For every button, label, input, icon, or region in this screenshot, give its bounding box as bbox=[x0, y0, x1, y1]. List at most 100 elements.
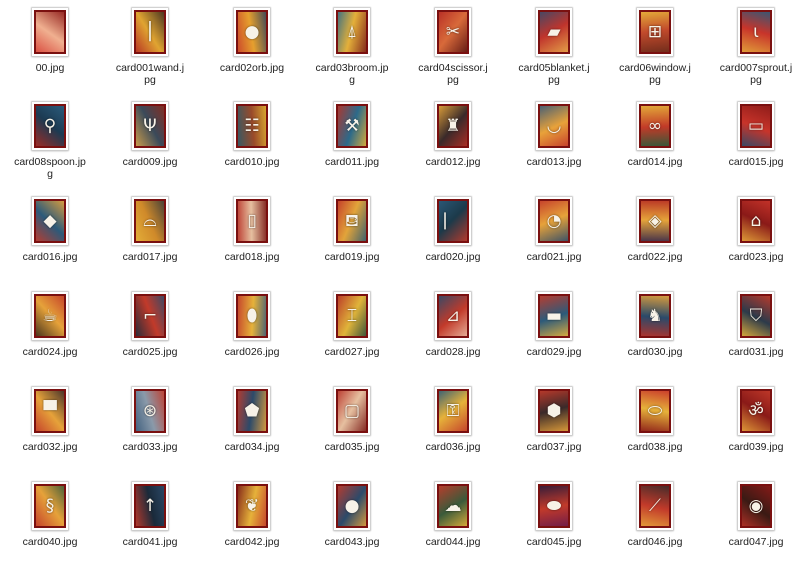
file-item[interactable]: ☕ card024.jpg bbox=[0, 292, 100, 358]
file-item[interactable]: ❦ card042.jpg bbox=[202, 482, 302, 548]
file-name[interactable]: card024.jpg bbox=[13, 346, 87, 358]
file-item[interactable]: 00.jpg bbox=[0, 8, 100, 74]
file-thumbnail[interactable]: ▬ bbox=[536, 292, 572, 340]
file-name[interactable]: card06window.jpg bbox=[618, 62, 692, 86]
file-thumbnail[interactable]: ◈ bbox=[637, 197, 673, 245]
file-item[interactable]: ☁ card044.jpg bbox=[403, 482, 503, 548]
file-thumbnail[interactable]: ▯ bbox=[234, 197, 270, 245]
file-name[interactable]: card031.jpg bbox=[719, 346, 793, 358]
file-thumbnail[interactable]: ☷ bbox=[234, 102, 270, 150]
file-name[interactable]: card007sprout.jpg bbox=[719, 62, 793, 86]
file-item[interactable]: ⟋ card046.jpg bbox=[605, 482, 705, 548]
file-name[interactable]: card044.jpg bbox=[416, 536, 490, 548]
file-item[interactable]: ∞ card014.jpg bbox=[605, 102, 705, 168]
file-thumbnail[interactable]: ♞ bbox=[637, 292, 673, 340]
file-thumbnail[interactable]: ▭ bbox=[738, 102, 774, 150]
file-item[interactable]: ◈ card022.jpg bbox=[605, 197, 705, 263]
file-thumbnail[interactable]: ↑ bbox=[132, 482, 168, 530]
file-item[interactable]: ▰ card05blanket.jpg bbox=[504, 8, 604, 86]
file-thumbnail[interactable]: ◡ bbox=[536, 102, 572, 150]
file-item[interactable]: ⚒ card011.jpg bbox=[302, 102, 402, 168]
file-name[interactable]: card046.jpg bbox=[618, 536, 692, 548]
file-item[interactable]: ▯ card018.jpg bbox=[202, 197, 302, 263]
file-item[interactable]: Ψcard009.jpg bbox=[100, 102, 200, 168]
file-item[interactable]: ⛉ card031.jpg bbox=[706, 292, 800, 358]
file-thumbnail[interactable]: ❦ bbox=[234, 482, 270, 530]
file-item[interactable]: ✂ card04scissor.jpg bbox=[403, 8, 503, 86]
file-thumbnail[interactable]: ⊛ bbox=[132, 387, 168, 435]
file-name[interactable]: card019.jpg bbox=[315, 251, 389, 263]
file-thumbnail[interactable]: ⚲ bbox=[32, 102, 68, 150]
file-name[interactable]: card020.jpg bbox=[416, 251, 490, 263]
file-item[interactable]: ▢ card035.jpg bbox=[302, 387, 402, 453]
file-thumbnail[interactable]: ⚒ bbox=[334, 102, 370, 150]
file-item[interactable]: ॐ card039.jpg bbox=[706, 387, 800, 453]
file-item[interactable]: ⍋ card03broom.jpg bbox=[302, 8, 402, 86]
file-name[interactable]: card022.jpg bbox=[618, 251, 692, 263]
file-item[interactable]: ↑ card041.jpg bbox=[100, 482, 200, 548]
file-name[interactable]: card040.jpg bbox=[13, 536, 87, 548]
file-thumbnail[interactable]: ⬮ bbox=[234, 292, 270, 340]
file-thumbnail[interactable]: ⊿ bbox=[435, 292, 471, 340]
file-item[interactable]: ⊿ card028.jpg bbox=[403, 292, 503, 358]
file-thumbnail[interactable]: ⎸ bbox=[435, 197, 471, 245]
file-thumbnail[interactable] bbox=[32, 8, 68, 56]
file-name[interactable]: card011.jpg bbox=[315, 156, 389, 168]
file-item[interactable]: ⚿ card036.jpg bbox=[403, 387, 503, 453]
file-name[interactable]: 00.jpg bbox=[13, 62, 87, 74]
file-item[interactable]: ⬬ card045.jpg bbox=[504, 482, 604, 548]
file-name[interactable]: card033.jpg bbox=[113, 441, 187, 453]
file-name[interactable]: card013.jpg bbox=[517, 156, 591, 168]
file-item[interactable]: ● card02orb.jpg bbox=[202, 8, 302, 74]
file-name[interactable]: card029.jpg bbox=[517, 346, 591, 358]
file-thumbnail[interactable]: ● bbox=[234, 8, 270, 56]
file-name[interactable]: card027.jpg bbox=[315, 346, 389, 358]
file-name[interactable]: card038.jpg bbox=[618, 441, 692, 453]
file-thumbnail[interactable]: § bbox=[32, 482, 68, 530]
file-item[interactable]: ⚲ card08spoon.jpg bbox=[0, 102, 100, 180]
file-thumbnail[interactable]: Ψ bbox=[132, 102, 168, 150]
file-thumbnail[interactable]: ☁ bbox=[435, 482, 471, 530]
file-thumbnail[interactable]: ⎮ bbox=[132, 8, 168, 56]
file-thumbnail[interactable]: ⌶ bbox=[334, 292, 370, 340]
file-thumbnail[interactable]: ॐ bbox=[738, 387, 774, 435]
file-item[interactable]: ⬟ card034.jpg bbox=[202, 387, 302, 453]
file-thumbnail[interactable]: ◆ bbox=[32, 197, 68, 245]
file-name[interactable]: card043.jpg bbox=[315, 536, 389, 548]
file-thumbnail[interactable]: ✂ bbox=[435, 8, 471, 56]
file-name[interactable]: card025.jpg bbox=[113, 346, 187, 358]
file-name[interactable]: card014.jpg bbox=[618, 156, 692, 168]
file-item[interactable]: ⌶ card027.jpg bbox=[302, 292, 402, 358]
file-thumbnail[interactable]: ▀ bbox=[32, 387, 68, 435]
file-name[interactable]: card05blanket.jpg bbox=[517, 62, 591, 86]
file-name[interactable]: card042.jpg bbox=[215, 536, 289, 548]
file-name[interactable]: card047.jpg bbox=[719, 536, 793, 548]
file-item[interactable]: ♞ card030.jpg bbox=[605, 292, 705, 358]
file-item[interactable]: ⌐ card025.jpg bbox=[100, 292, 200, 358]
file-name[interactable]: card010.jpg bbox=[215, 156, 289, 168]
file-name[interactable]: card08spoon.jpg bbox=[13, 156, 87, 180]
file-thumbnail[interactable]: ☕ bbox=[32, 292, 68, 340]
file-name[interactable]: card037.jpg bbox=[517, 441, 591, 453]
file-thumbnail[interactable]: ⬢ bbox=[536, 387, 572, 435]
file-thumbnail[interactable]: ● bbox=[334, 482, 370, 530]
file-name[interactable]: card001wand.jpg bbox=[113, 62, 187, 86]
file-name[interactable]: card039.jpg bbox=[719, 441, 793, 453]
file-item[interactable]: § card040.jpg bbox=[0, 482, 100, 548]
file-thumbnail[interactable]: ♜ bbox=[435, 102, 471, 150]
file-thumbnail[interactable]: ▰ bbox=[536, 8, 572, 56]
file-thumbnail[interactable]: ◉ bbox=[738, 482, 774, 530]
file-name[interactable]: card032.jpg bbox=[13, 441, 87, 453]
file-thumbnail[interactable]: ⌓ bbox=[132, 197, 168, 245]
file-thumbnail[interactable]: ⌐ bbox=[132, 292, 168, 340]
file-thumbnail[interactable]: ⊞ bbox=[637, 8, 673, 56]
file-item[interactable]: ⬮ card026.jpg bbox=[202, 292, 302, 358]
file-item[interactable]: ɩ card007sprout.jpg bbox=[706, 8, 800, 86]
file-name[interactable]: card023.jpg bbox=[719, 251, 793, 263]
file-thumbnail[interactable]: ⍋ bbox=[334, 8, 370, 56]
file-name[interactable]: card03broom.jpg bbox=[315, 62, 389, 86]
file-item[interactable]: ♜ card012.jpg bbox=[403, 102, 503, 168]
file-name[interactable]: card036.jpg bbox=[416, 441, 490, 453]
file-name[interactable]: card041.jpg bbox=[113, 536, 187, 548]
file-item[interactable]: ▀ card032.jpg bbox=[0, 387, 100, 453]
